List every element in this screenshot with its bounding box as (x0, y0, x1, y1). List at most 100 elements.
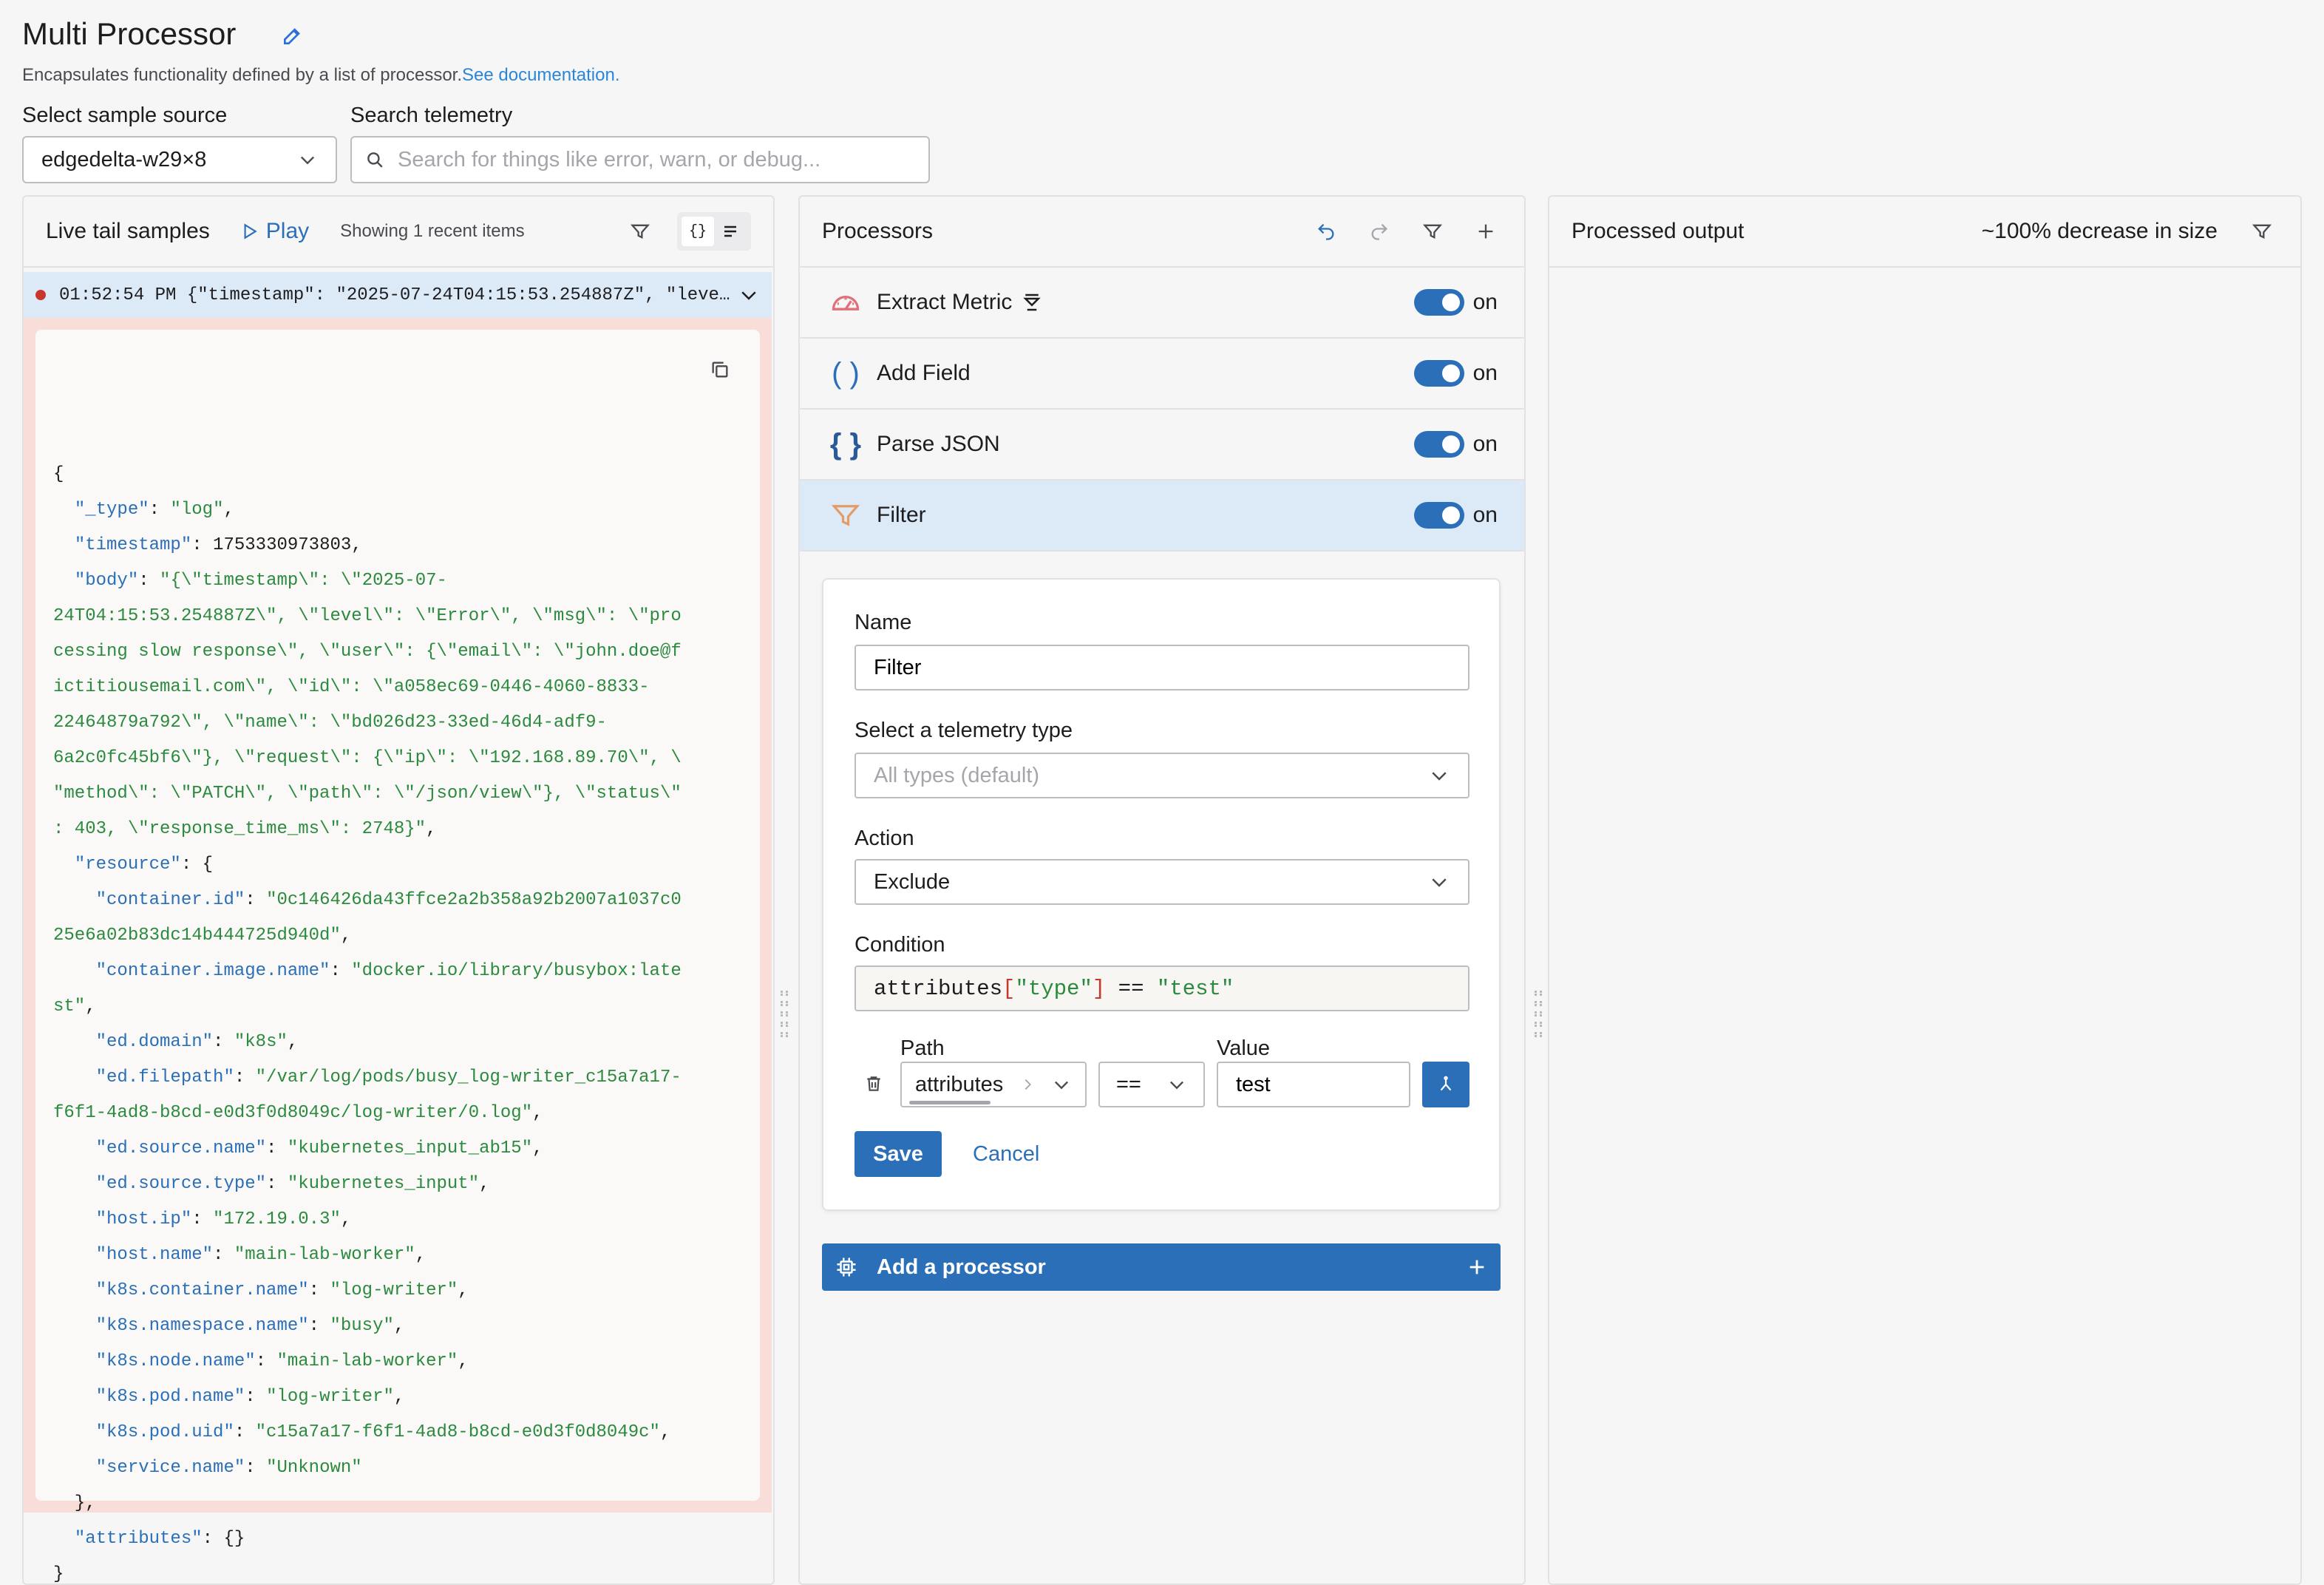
json-line: "ed.source.name": "kubernetes_input_ab15… (95, 1138, 543, 1158)
json-line: "host.ip": "172.19.0.3", (95, 1209, 352, 1229)
json-line: cessing slow response\", \"user\": {\"em… (53, 642, 682, 662)
condition-prefix: attributes (874, 976, 1003, 1001)
undo-button[interactable] (1310, 215, 1342, 248)
chevron-right-icon (1025, 1079, 1031, 1090)
path-picker-button[interactable] (1422, 1062, 1470, 1107)
json-view-icon[interactable]: {} (682, 217, 714, 246)
json-line: } (53, 1564, 64, 1584)
json-line: }, (53, 1493, 96, 1513)
close-bracket: ] (1092, 976, 1106, 1001)
toggle-state: on (1472, 290, 1498, 314)
json-code-block: { "_type": "log", "timestamp": 175333097… (35, 330, 760, 1584)
search-box (350, 136, 930, 183)
live-tail-title: Live tail samples (46, 219, 210, 243)
open-bracket: [ (1002, 976, 1016, 1001)
json-line: "k8s.pod.name": "log-writer", (95, 1387, 405, 1407)
json-line: "ed.filepath": "/var/log/pods/busy_log-w… (95, 1068, 682, 1087)
redo-button[interactable] (1363, 215, 1396, 248)
json-line: "k8s.pod.uid": "c15a7a17-f6f1-4ad8-b8cd-… (95, 1422, 671, 1442)
condition-key: "type" (1015, 976, 1093, 1001)
processor-filter-button[interactable] (1416, 215, 1449, 248)
json-line: "k8s.node.name": "main-lab-worker", (95, 1351, 469, 1371)
copy-icon[interactable] (710, 359, 730, 380)
undo-icon (1318, 223, 1334, 240)
json-line: ictitiousemail.com\", \"id\": \"a058ec69… (53, 677, 650, 697)
processor-row-add-field[interactable]: ( ) Add Field on (800, 339, 1524, 410)
processor-toggle[interactable] (1413, 360, 1464, 387)
source-value: edgedelta-w29×8 (41, 147, 207, 172)
search-input[interactable] (398, 147, 915, 172)
page-subtitle: Encapsulates functionality defined by a … (22, 65, 620, 86)
json-line: "service.name": "Unknown" (95, 1458, 362, 1478)
source-label: Select sample source (22, 103, 228, 127)
chevron-down-icon (301, 156, 314, 165)
documentation-link[interactable]: See documentation. (462, 65, 619, 85)
add-processor-button[interactable]: Add a processor (822, 1243, 1501, 1291)
panel-splitter-left[interactable] (781, 991, 788, 1035)
cancel-button[interactable]: Cancel (973, 1131, 1039, 1177)
filter-icon (828, 498, 863, 533)
condition-operator: == (1105, 976, 1157, 1001)
telemetry-type-select[interactable]: All types (default) (854, 753, 1470, 798)
log-row-text: 01:52:54 PM {"timestamp": "2025-07-24T04… (59, 285, 738, 305)
condition-label: Condition (854, 933, 945, 957)
json-line: { (53, 464, 64, 484)
delete-condition-button[interactable] (860, 1070, 887, 1097)
json-line: "host.name": "main-lab-worker", (95, 1245, 427, 1265)
telemetry-type-placeholder: All types (default) (874, 763, 1040, 787)
edit-title-icon[interactable] (281, 24, 305, 47)
action-label: Action (854, 827, 914, 850)
condition-value: "test" (1156, 976, 1234, 1001)
toggle-state: on (1472, 361, 1498, 385)
processor-name: Filter (877, 503, 926, 527)
chevron-down-icon (741, 291, 756, 300)
json-line: "attributes": {} (74, 1529, 245, 1549)
chevron-down-icon (1432, 772, 1447, 781)
value-field[interactable] (1217, 1062, 1410, 1107)
plus-icon (1478, 224, 1493, 239)
output-filter-button[interactable] (2246, 215, 2278, 248)
save-button[interactable]: Save (854, 1131, 942, 1177)
json-line: 24T04:15:53.254887Z\", \"level\": \"Erro… (53, 606, 682, 626)
processed-output-panel: Processed output ~100% decrease in size (1548, 195, 2302, 1585)
path-value: attributes (915, 1072, 1004, 1096)
name-field[interactable] (854, 645, 1470, 690)
error-dot-icon (35, 290, 46, 300)
panel-splitter-right[interactable] (1535, 991, 1542, 1035)
processor-row-filter[interactable]: Filter on (800, 481, 1524, 551)
json-line: "k8s.container.name": "log-writer", (95, 1280, 469, 1300)
redo-icon (1371, 223, 1387, 240)
processor-toggle[interactable] (1413, 431, 1464, 458)
filter-button[interactable] (624, 215, 656, 248)
operator-select[interactable]: == (1098, 1062, 1205, 1107)
play-button[interactable]: Play (239, 219, 309, 244)
value-input[interactable] (1236, 1072, 1391, 1097)
plus-icon (1470, 1260, 1484, 1275)
name-label: Name (854, 611, 912, 634)
name-input[interactable] (874, 655, 1450, 680)
add-button[interactable] (1470, 215, 1502, 248)
json-line: "k8s.namespace.name": "busy", (95, 1316, 405, 1336)
path-select[interactable]: attributes (900, 1062, 1087, 1107)
processor-row-parse-json[interactable]: { } Parse JSON on (800, 410, 1524, 481)
processor-name: Parse JSON (877, 432, 1000, 456)
log-row[interactable]: 01:52:54 PM {"timestamp": "2025-07-24T04… (24, 272, 772, 318)
processor-toggle[interactable] (1413, 289, 1464, 316)
processed-output-header: Processed output ~100% decrease in size (1549, 197, 2300, 268)
source-select[interactable]: edgedelta-w29×8 (22, 136, 337, 183)
fork-icon (1440, 1076, 1452, 1091)
action-select[interactable]: Exclude (854, 859, 1470, 905)
action-value: Exclude (874, 869, 951, 894)
processor-toggle[interactable] (1413, 502, 1464, 529)
condition-expression[interactable]: attributes["type"] == "test" (854, 965, 1470, 1011)
processor-row-extract-metric[interactable]: Extract Metric on (800, 268, 1524, 339)
path-scrollbar[interactable] (909, 1101, 991, 1104)
json-line: : 403, \"response_time_ms\": 2748}", (53, 819, 437, 839)
text-view-icon[interactable] (714, 217, 747, 246)
chip-icon (837, 1258, 856, 1277)
processors-header: Processors (800, 197, 1524, 268)
processors-title: Processors (822, 219, 934, 243)
processor-name: Add Field (877, 361, 971, 385)
path-label: Path (900, 1036, 945, 1060)
json-line: "ed.source.type": "kubernetes_input", (95, 1174, 490, 1194)
